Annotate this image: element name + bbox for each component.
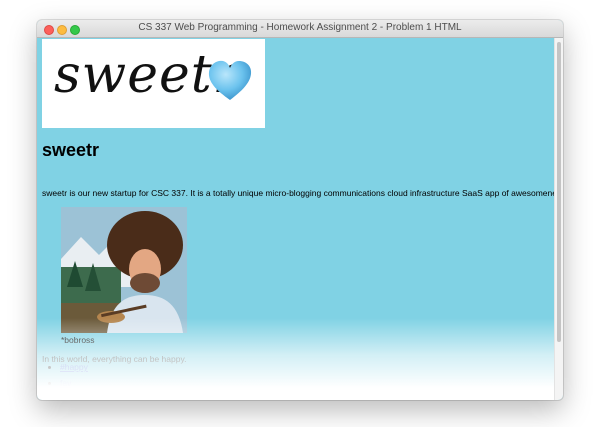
title-bar: CS 337 Web Programming - Homework Assign… <box>37 20 563 38</box>
list-item: fav <box>60 378 90 388</box>
sweetr-logo: sweetr <box>42 39 265 128</box>
list-item: #happy <box>60 362 90 372</box>
vertical-scrollbar[interactable] <box>554 38 563 400</box>
tag-link-happy[interactable]: #happy <box>60 362 88 372</box>
tag-list: #happy fav reTweet <box>42 362 90 400</box>
page-heading: sweetr <box>42 140 100 160</box>
scrollbar-thumb[interactable] <box>557 42 561 342</box>
startup-description: sweetr is our new startup for CSC 337. I… <box>42 188 563 198</box>
browser-window: CS 337 Web Programming - Homework Assign… <box>37 20 563 400</box>
window-title: CS 337 Web Programming - Homework Assign… <box>138 22 462 33</box>
portrait-painting <box>61 207 187 333</box>
image-caption: *bobross <box>61 335 95 345</box>
tag-link-retweet[interactable]: reTweet <box>60 394 90 400</box>
page-content: sweetr sweetr sweetr is our new startup … <box>37 38 563 400</box>
heart-icon <box>208 60 252 100</box>
list-item: reTweet <box>60 394 90 400</box>
bob-ross-image <box>61 207 187 333</box>
tag-link-fav[interactable]: fav <box>60 378 71 388</box>
